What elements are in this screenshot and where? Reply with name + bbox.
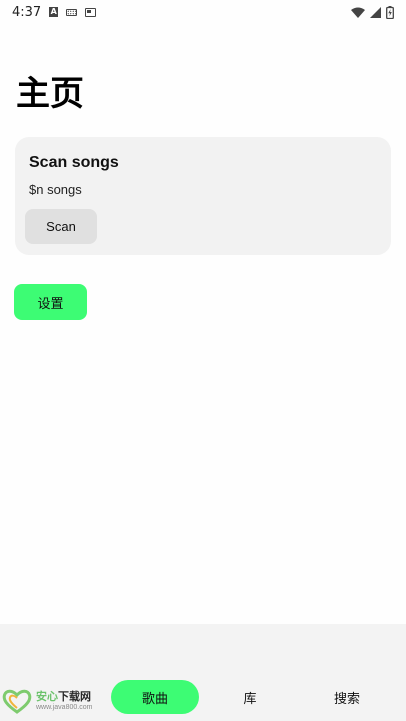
nav-tab-songs-label: 歌曲 (141, 691, 168, 707)
site-watermark: 安心下载网 www.java800.com (0, 684, 104, 718)
scan-card-title: Scan songs (29, 154, 119, 171)
signal-icon (370, 6, 381, 18)
page-title: 主页 (16, 74, 84, 114)
sim-card-icon (85, 7, 97, 17)
settings-button[interactable]: 设置 (14, 284, 87, 320)
watermark-url: www.java800.com (36, 704, 93, 711)
nav-tab-songs[interactable]: 歌曲 (111, 680, 199, 714)
a-icon: A (49, 7, 59, 17)
nav-tab-library-label: 库 (243, 691, 257, 707)
watermark-text: 安心下载网 www.java800.com (36, 691, 92, 711)
heart-logo-icon (2, 689, 32, 714)
scan-button[interactable]: Scan (25, 209, 97, 244)
scan-songs-card: Scan songs $n songs Scan (15, 137, 391, 255)
nav-tab-search-label: 搜索 (333, 691, 360, 707)
battery-charging-icon (386, 5, 394, 19)
nav-tab-library[interactable]: 库 (206, 680, 294, 714)
watermark-site-name: 安心下载网 (36, 690, 91, 703)
status-bar-left: 4:37 A (12, 4, 97, 20)
status-time: 4:37 (12, 4, 42, 20)
app-screen: 4:37 A 主页 Scan songs $n songs Scan 设置 歌曲… (0, 0, 406, 721)
keyboard-icon (66, 8, 78, 16)
nav-tab-search[interactable]: 搜索 (303, 680, 391, 714)
song-count-text: $n songs (29, 182, 82, 197)
status-bar: 4:37 A (0, 0, 406, 24)
wifi-icon (351, 7, 365, 18)
status-bar-right (351, 5, 394, 19)
